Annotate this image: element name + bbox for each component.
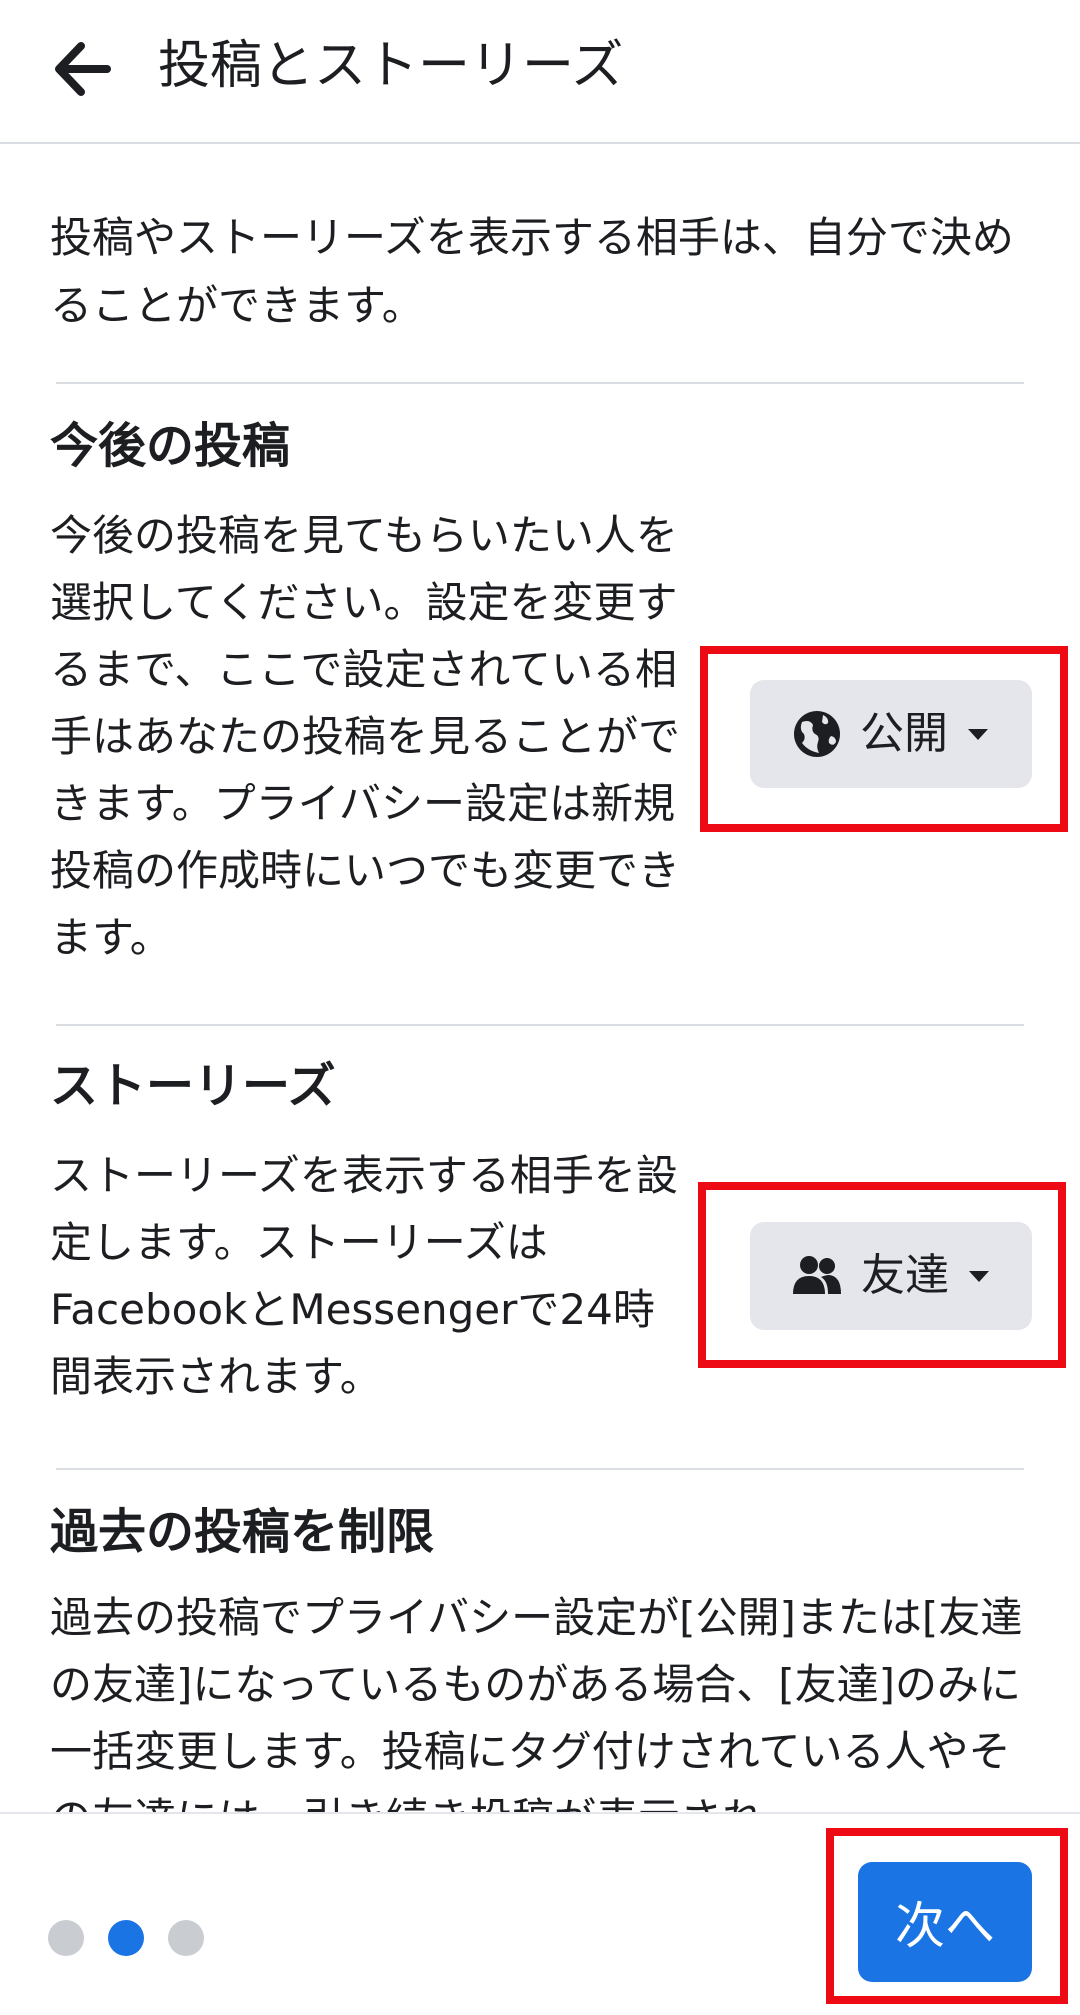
app-header: 投稿とストーリーズ [0,0,1080,144]
stories-title: ストーリーズ [50,1058,336,1114]
next-button[interactable]: 次へ [858,1862,1032,1982]
friends-icon [791,1254,843,1298]
divider [56,382,1024,384]
caret-down-icon [967,1268,991,1284]
intro-text: 投稿やストーリーズを表示する相手は、自分で決めることができます。 [50,213,1014,330]
future-posts-description: 今後の投稿を見てもらいたい人を選択してください。設定を変更するまで、ここで設定さ… [50,511,681,962]
stories-audience-button[interactable]: 友達 [750,1222,1032,1330]
future-posts-title: 今後の投稿 [50,418,291,474]
caret-down-icon [966,726,990,742]
pagination-dot [168,1920,204,1956]
limit-past-posts-title: 過去の投稿を制限 [50,1504,435,1560]
divider [56,1024,1024,1026]
audience-label: 公開 [860,708,948,759]
globe-icon [792,709,842,759]
pagination-dot [48,1920,84,1956]
footer-bar: 次へ [0,1812,1080,2015]
page-title: 投稿とストーリーズ [158,36,624,96]
pagination-dot-active [108,1920,144,1956]
stories-description: ストーリーズを表示する相手を設定します。ストーリーズはFacebookとMess… [50,1151,678,1401]
divider [56,1468,1024,1470]
future-posts-audience-button[interactable]: 公開 [750,680,1032,788]
limit-past-posts-description: 過去の投稿でプライバシー設定が[公開]または[友達の友達]になっているものがある… [50,1593,1023,1812]
settings-content[interactable]: 投稿やストーリーズを表示する相手は、自分で決めることができます。 今後の投稿 今… [0,144,1080,1812]
back-arrow-icon[interactable] [54,42,112,96]
audience-label: 友達 [861,1250,949,1301]
